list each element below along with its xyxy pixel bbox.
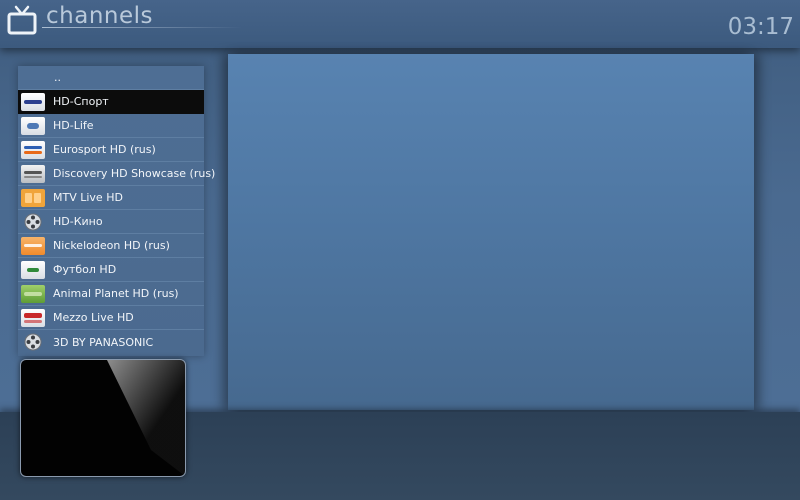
channel-label: Футбол HD (53, 263, 117, 276)
film-reel-icon (21, 213, 45, 231)
nickelodeon-logo-icon (21, 236, 45, 255)
channel-label: Nickelodeon HD (rus) (53, 239, 170, 252)
channel-label: HD-Life (53, 119, 94, 132)
list-item[interactable]: HD-Life (18, 114, 204, 138)
list-item[interactable]: Discovery HD Showcase (rus) (18, 162, 215, 186)
channel-label: HD-Спорт (53, 95, 109, 108)
list-item[interactable]: Mezzo Live HD (18, 306, 204, 330)
channel-label: Eurosport HD (rus) (53, 143, 156, 156)
clock: 03:17 (727, 14, 794, 40)
channel-label: Discovery HD Showcase (rus) (53, 167, 216, 180)
list-item[interactable]: HD-Кино (18, 210, 204, 234)
hd-life-logo-icon (21, 116, 45, 135)
parent-folder-label: .. (54, 71, 61, 84)
animal-planet-logo-icon (21, 284, 45, 303)
channel-label: HD-Кино (53, 215, 103, 228)
list-item[interactable]: HD-Спорт (18, 90, 204, 114)
page-title: channels (46, 3, 153, 29)
top-bar: channels 03:17 (0, 0, 800, 48)
channel-label: MTV Live HD (53, 191, 123, 204)
channel-label: Mezzo Live HD (53, 311, 134, 324)
list-item-parent[interactable]: .. (18, 66, 204, 90)
title-underline (42, 27, 242, 28)
list-item[interactable]: Animal Planet HD (rus) (18, 282, 204, 306)
list-item[interactable]: Футбол HD (18, 258, 204, 282)
eurosport-logo-icon (21, 140, 45, 159)
list-item[interactable]: MTV Live HD (18, 186, 204, 210)
list-item[interactable]: Eurosport HD (rus) (18, 138, 204, 162)
football-logo-icon (21, 260, 45, 279)
list-item[interactable]: 3D BY PANASONIC (18, 330, 204, 354)
mezzo-logo-icon (21, 308, 45, 327)
channel-label: 3D BY PANASONIC (53, 335, 154, 349)
tv-icon (7, 5, 37, 35)
content-panel (228, 54, 754, 410)
channel-list[interactable]: .. HD-Спорт HD-Life Eurosport HD (rus) D… (18, 66, 215, 356)
video-preview[interactable] (20, 359, 186, 477)
mtv-logo-icon (21, 188, 45, 207)
list-item[interactable]: Nickelodeon HD (rus) (18, 234, 204, 258)
discovery-logo-icon (21, 164, 45, 183)
channel-label: Animal Planet HD (rus) (53, 287, 179, 300)
hd-sport-logo-icon (21, 92, 45, 111)
film-reel-icon (21, 333, 45, 351)
